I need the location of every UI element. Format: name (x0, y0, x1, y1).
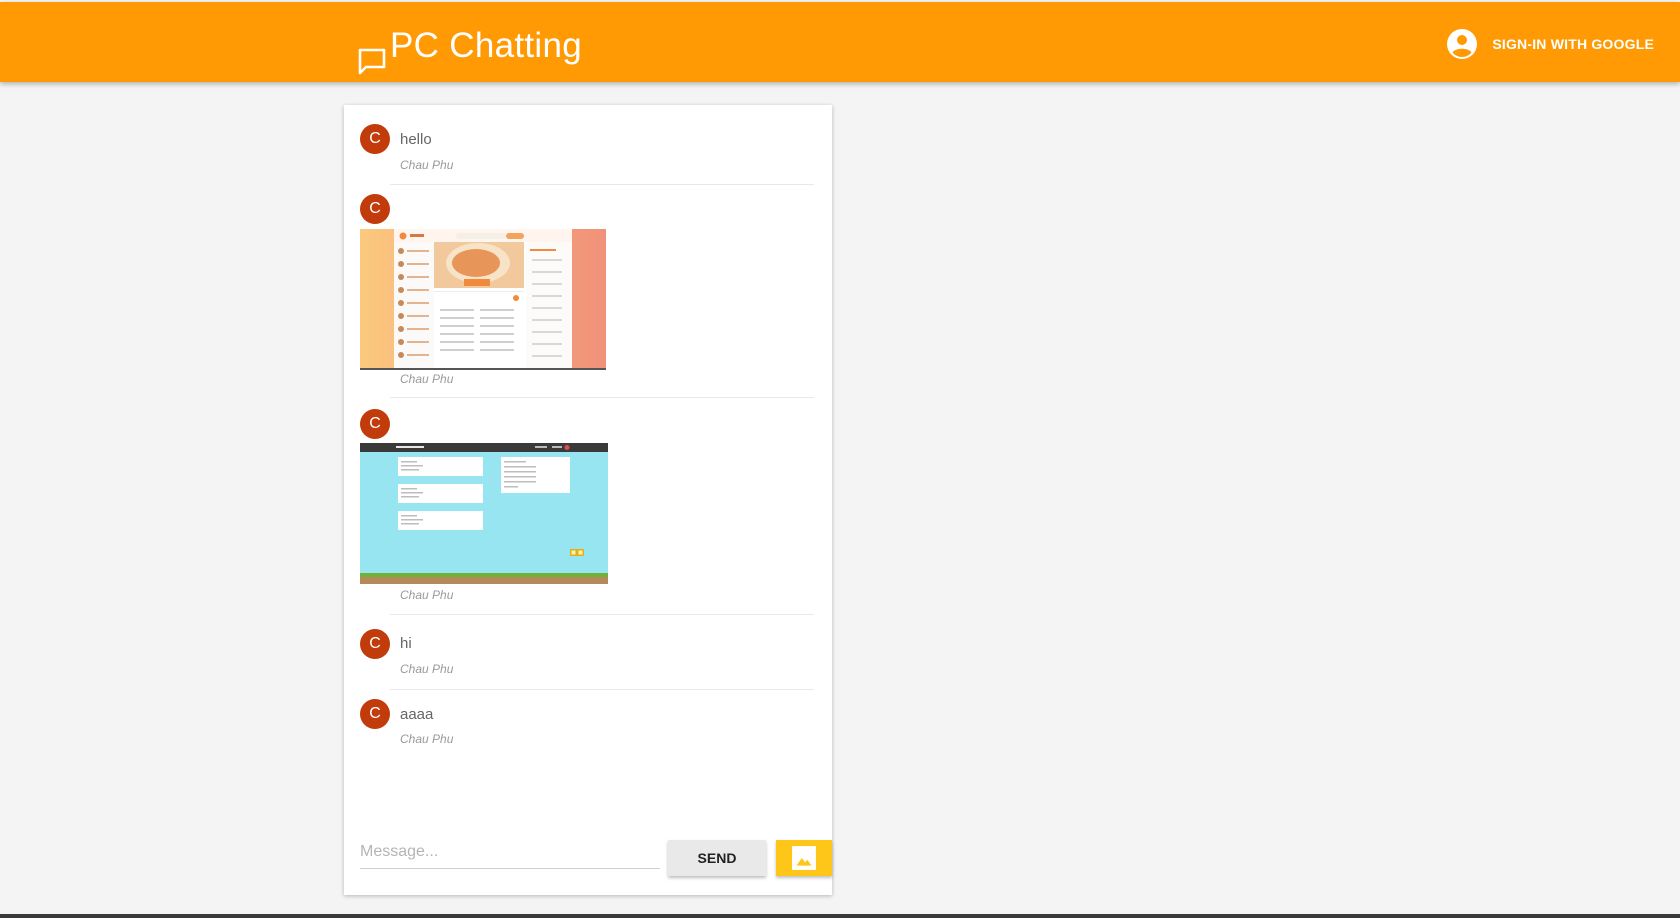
message-author: Chau Phu (400, 662, 454, 676)
message-item: C Chau Phu (360, 194, 814, 398)
message-author: Chau Phu (400, 158, 454, 172)
message-text: aaaa (400, 706, 434, 723)
message-author: Chau Phu (400, 588, 454, 602)
sign-in-button[interactable]: SIGN-IN WITH GOOGLE (1446, 26, 1654, 62)
message-text: hello (400, 131, 432, 148)
sign-in-label: SIGN-IN WITH GOOGLE (1492, 36, 1654, 52)
send-button[interactable]: SEND (668, 840, 766, 876)
message-author: Chau Phu (400, 372, 454, 386)
message-divider (390, 689, 814, 690)
message-item: C Chau Phu (360, 409, 814, 615)
app-title: PC Chatting (390, 26, 583, 65)
message-image[interactable] (360, 443, 608, 584)
message-item: C hi Chau Phu (360, 628, 814, 690)
message-author: Chau Phu (400, 732, 454, 746)
app-bar: PC Chatting SIGN-IN WITH GOOGLE (0, 2, 1680, 82)
brand: PC Chatting (356, 26, 583, 75)
image-icon (792, 846, 816, 870)
avatar: C (360, 409, 390, 439)
recipe-app-screenshot (360, 229, 606, 370)
avatar: C (360, 124, 390, 154)
message-divider (390, 614, 814, 615)
chat-bubble-icon (358, 48, 386, 75)
message-input[interactable] (360, 836, 660, 869)
message-item: C hello Chau Phu (360, 123, 814, 185)
avatar: C (360, 629, 390, 659)
planner-game-screenshot (360, 443, 608, 584)
account-circle-icon (1447, 29, 1478, 59)
chat-card: C hello Chau Phu C Chau Phu C Chau Phu C… (344, 105, 832, 895)
message-divider (390, 184, 814, 185)
message-image[interactable] (360, 229, 606, 370)
message-item: C aaaa Chau Phu (360, 698, 814, 758)
bottom-edge (0, 914, 1680, 918)
avatar: C (360, 699, 390, 729)
message-divider (390, 397, 814, 398)
upload-image-button[interactable] (776, 840, 832, 876)
avatar: C (360, 194, 390, 224)
message-text: hi (400, 635, 412, 652)
